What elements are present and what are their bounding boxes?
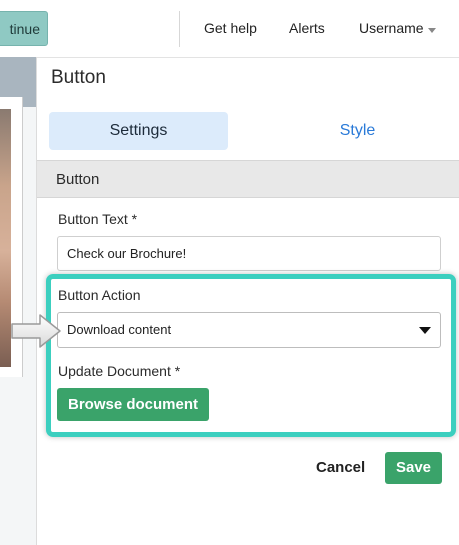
caret-down-icon	[419, 327, 431, 334]
button-action-select[interactable]: Download content	[57, 312, 441, 348]
caret-down-icon[interactable]	[428, 28, 436, 33]
get-help-link[interactable]: Get help	[204, 20, 257, 36]
arrow-right-icon	[11, 314, 61, 348]
section-title: Button	[56, 171, 100, 188]
section-header[interactable]: Button	[37, 160, 459, 198]
alerts-link[interactable]: Alerts	[289, 20, 325, 36]
tab-style[interactable]: Style	[266, 112, 449, 150]
save-button[interactable]: Save	[385, 452, 442, 484]
button-text-input[interactable]: Check our Brochure!	[57, 236, 441, 271]
button-text-label: Button Text *	[58, 211, 138, 227]
browse-document-button[interactable]: Browse document	[57, 388, 209, 421]
cancel-button[interactable]: Cancel	[316, 459, 365, 476]
update-document-label: Update Document *	[58, 363, 181, 379]
continue-button[interactable]: tinue	[0, 11, 48, 46]
username-menu[interactable]: Username	[359, 20, 424, 36]
button-action-label: Button Action	[58, 287, 141, 303]
tab-settings[interactable]: Settings	[49, 112, 228, 150]
canvas-preview	[0, 57, 37, 545]
topbar-divider	[179, 11, 180, 47]
button-action-value: Download content	[67, 322, 172, 337]
top-bar: tinue Get help Alerts Username	[0, 0, 459, 58]
panel-title: Button	[51, 67, 106, 88]
